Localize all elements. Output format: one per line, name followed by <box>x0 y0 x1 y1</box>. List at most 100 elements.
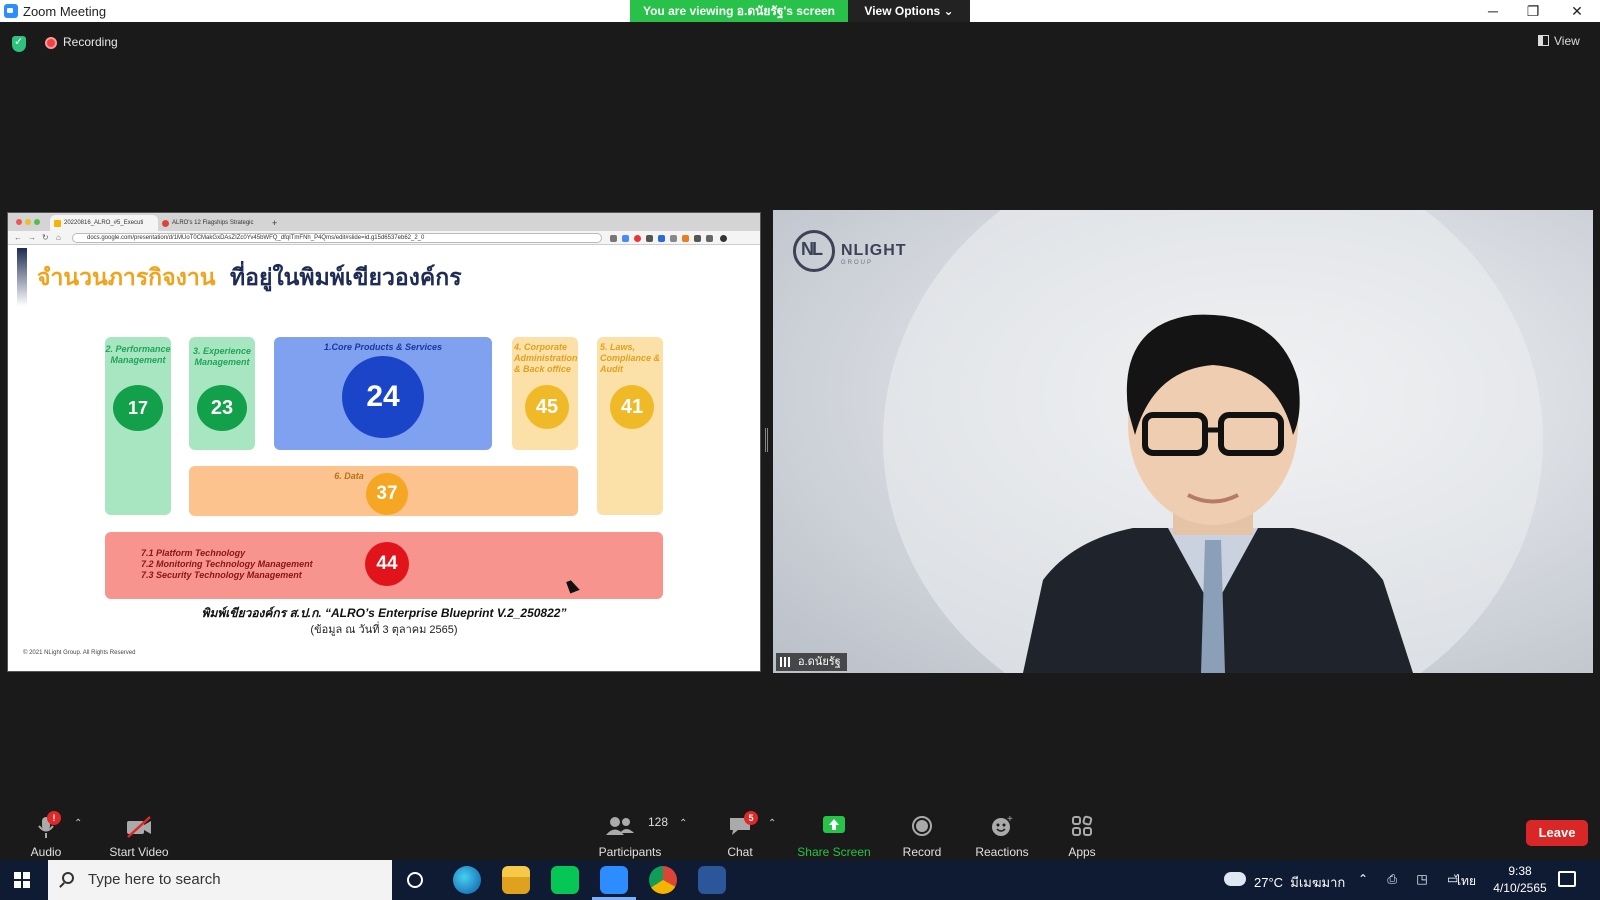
participants-options-caret[interactable]: ⌃ <box>679 818 687 829</box>
participants-button[interactable]: 128 Participants <box>592 815 668 859</box>
chat-button[interactable]: 5 Chat <box>716 811 764 859</box>
new-tab-button[interactable]: + <box>269 215 281 231</box>
windows-start-icon[interactable] <box>14 872 30 888</box>
url-input[interactable]: docs.google.com/presentation/d/1MUoT0CMa… <box>72 233 602 243</box>
laws-compliance-label: 5. Laws, Compliance & Audit <box>600 342 661 374</box>
slide-copyright: © 2021 NLight Group. All Rights Reserved <box>23 650 136 656</box>
word-app-icon[interactable] <box>698 866 726 894</box>
corporate-admin-label: 4. Corporate Administration & Back offic… <box>514 342 578 374</box>
share-screen-label: Share Screen <box>797 845 871 859</box>
browser-address-bar: ← → ↻ ⌂ docs.google.com/presentation/d/1… <box>8 231 760 245</box>
extension-icon[interactable] <box>658 235 665 242</box>
record-icon <box>912 816 932 836</box>
home-icon[interactable]: ⌂ <box>56 233 61 242</box>
title-bar: Zoom Meeting You are viewing อ.ดนัยรัฐ's… <box>0 0 1600 22</box>
data-count: 37 <box>366 473 408 515</box>
audio-button[interactable]: ! Audio <box>20 811 72 859</box>
weather-readout[interactable]: 27°C มีเมฆมาก <box>1254 872 1345 893</box>
windows-taskbar: Type here to search 27°C มีเมฆมาก ⌃ ⎙ ◳ … <box>0 860 1600 900</box>
zoom-app-icon <box>4 4 18 18</box>
extension-icon[interactable] <box>682 235 689 242</box>
view-options-button[interactable]: View Options ⌄ <box>848 0 970 22</box>
participant-video-feed <box>883 210 1543 673</box>
share-screen-button[interactable]: Share Screen <box>797 815 871 859</box>
chrome-browser-icon[interactable] <box>649 866 677 894</box>
corporate-admin-count: 45 <box>525 385 569 429</box>
weather-condition: มีเมฆมาก <box>1290 875 1346 890</box>
data-label: 6. Data <box>334 471 364 481</box>
signal-strength-icon <box>780 657 792 667</box>
chat-label: Chat <box>727 845 753 859</box>
forward-icon[interactable]: → <box>28 233 36 242</box>
split-view-divider-handle[interactable] <box>765 428 768 452</box>
view-label: View <box>1554 34 1580 48</box>
monitoring-technology-line: 7.2 Monitoring Technology Management <box>141 559 313 569</box>
laws-compliance-count: 41 <box>610 385 654 429</box>
audio-options-caret[interactable]: ⌃ <box>74 818 82 829</box>
zoom-taskbar-icon[interactable] <box>592 866 636 900</box>
presentation-slide: จำนวนภารกิจงาน ที่อยู่ในพิมพ์เขียวองค์กร… <box>8 246 760 671</box>
extension-icon[interactable] <box>622 235 629 242</box>
slide-title-part1: จำนวนภารกิจงาน <box>37 265 216 291</box>
clock-time[interactable]: 9:38 <box>1490 864 1550 878</box>
view-grid-icon <box>1538 35 1549 46</box>
blueprint-date: (ข้อมูล ณ วันที่ 3 ตุลาคม 2565) <box>310 624 458 636</box>
input-language-indicator[interactable]: ไทย <box>1455 872 1476 891</box>
chrome-favicon-icon <box>162 220 169 227</box>
participant-name-tag: อ.ดนัยรัฐ <box>776 653 847 671</box>
share-screen-icon <box>823 816 845 833</box>
extension-icon[interactable] <box>706 235 713 242</box>
participants-count: 128 <box>648 815 669 829</box>
extension-icon[interactable] <box>610 235 617 242</box>
system-tray-icons[interactable]: ⌃ ⎙ ◳ ▭ <box>1358 872 1466 887</box>
start-video-button[interactable]: Start Video <box>104 815 174 859</box>
apps-grid-icon <box>1072 815 1093 836</box>
cortana-icon[interactable] <box>407 872 423 888</box>
edge-browser-icon[interactable] <box>453 866 481 894</box>
platform-technology-count: 44 <box>365 542 409 586</box>
reload-icon[interactable]: ↻ <box>42 233 49 242</box>
extension-icon[interactable] <box>634 235 641 242</box>
close-button[interactable]: ✕ <box>1554 0 1600 22</box>
core-products-label: 1.Core Products & Services <box>323 342 443 352</box>
recording-label[interactable]: Recording <box>63 35 118 49</box>
clock-date[interactable]: 4/10/2565 <box>1482 881 1558 895</box>
taskbar-search-placeholder: Type here to search <box>88 871 221 888</box>
weather-cloud-icon[interactable] <box>1224 872 1246 886</box>
slide-accent-bar <box>17 248 27 306</box>
window-title: Zoom Meeting <box>23 4 107 19</box>
extension-icon[interactable] <box>646 235 653 242</box>
apps-button[interactable]: Apps <box>1060 815 1104 859</box>
encryption-shield-icon[interactable] <box>12 35 26 52</box>
window-zoom-dot-icon <box>34 219 40 225</box>
window-close-dot-icon <box>16 219 22 225</box>
notification-center-icon[interactable] <box>1558 871 1576 887</box>
extension-icon[interactable] <box>670 235 677 242</box>
temperature: 27°C <box>1254 875 1284 890</box>
line-app-icon[interactable] <box>551 866 579 894</box>
record-button[interactable]: Record <box>896 815 948 859</box>
file-explorer-icon[interactable] <box>502 866 530 894</box>
taskbar-search-box[interactable]: Type here to search <box>48 860 392 900</box>
reactions-button[interactable]: + Reactions <box>968 815 1036 859</box>
extensions-puzzle-icon[interactable] <box>694 235 701 242</box>
core-products-count: 24 <box>342 356 424 438</box>
restore-button[interactable]: ❐ <box>1510 0 1556 22</box>
audio-label: Audio <box>30 845 62 859</box>
leave-button[interactable]: Leave <box>1526 820 1588 846</box>
browser-tab[interactable]: ALRO's 12 Flagships Strategic <box>158 215 266 231</box>
reactions-label: Reactions <box>975 845 1029 859</box>
chat-unread-badge: 5 <box>744 811 758 825</box>
profile-avatar-icon[interactable] <box>720 235 727 242</box>
browser-tab-label: 20220816_ALRO_#5_Executi <box>64 220 144 226</box>
participants-label: Participants <box>598 845 662 859</box>
browser-tab-active[interactable]: 20220816_ALRO_#5_Executi <box>50 215 158 231</box>
shared-screen: 20220816_ALRO_#5_Executi ALRO's 12 Flags… <box>7 212 761 672</box>
chat-options-caret[interactable]: ⌃ <box>768 818 776 829</box>
view-button[interactable]: View <box>1538 34 1580 48</box>
back-icon[interactable]: ← <box>14 233 22 242</box>
video-off-icon <box>127 816 151 838</box>
window-minimize-dot-icon <box>25 219 31 225</box>
participant-video-tile[interactable]: NLIGHT GROUP อ.ดนัยรัฐ <box>773 210 1593 673</box>
audio-warning-badge: ! <box>47 811 61 825</box>
